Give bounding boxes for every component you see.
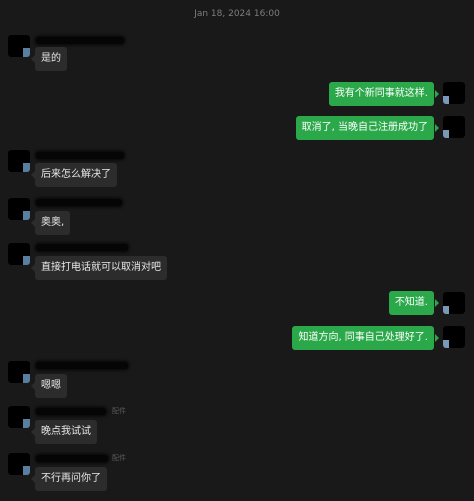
message-bubble-outgoing[interactable]: 不知道. (388, 291, 434, 315)
contact-avatar[interactable] (8, 406, 30, 428)
message-bubble-incoming[interactable]: 晚点我试试 (35, 420, 97, 444)
message-bubble-incoming[interactable]: 直接打电话就可以取消对吧 (35, 256, 167, 280)
redacted-sender-name (36, 408, 106, 415)
sender-name-suffix: 配件 (112, 407, 126, 415)
contact-avatar[interactable] (8, 35, 30, 57)
bubble-tail (435, 299, 439, 307)
contact-avatar[interactable] (8, 453, 30, 475)
chat-window: Jan 18, 2024 16:00 是的 我有个新同事就这样. 取消了, 当晚… (0, 0, 474, 501)
contact-avatar[interactable] (8, 150, 30, 172)
contact-avatar[interactable] (8, 361, 30, 383)
redacted-sender-name (36, 199, 122, 206)
self-avatar[interactable] (443, 326, 465, 348)
sender-name-suffix: 配件 (112, 454, 126, 462)
message-bubble-incoming[interactable]: 后来怎么解决了 (35, 163, 117, 187)
message-bubble-outgoing[interactable]: 知道方向, 同事自己处理好了. (292, 326, 434, 350)
contact-avatar[interactable] (8, 243, 30, 265)
bubble-tail (435, 90, 439, 98)
message-bubble-incoming[interactable]: 不行再问你了 (35, 467, 107, 491)
redacted-sender-name (36, 455, 108, 462)
self-avatar[interactable] (443, 116, 465, 138)
contact-avatar[interactable] (8, 198, 30, 220)
chat-timestamp: Jan 18, 2024 16:00 (194, 9, 280, 19)
redacted-sender-name (36, 244, 128, 251)
message-bubble-incoming[interactable]: 嗯嗯 (35, 374, 67, 398)
message-bubble-incoming[interactable]: 是的 (35, 47, 67, 71)
self-avatar[interactable] (443, 292, 465, 314)
self-avatar[interactable] (443, 82, 465, 104)
message-bubble-outgoing[interactable]: 我有个新同事就这样. (328, 82, 434, 106)
message-bubble-incoming[interactable]: 奥奥, (35, 211, 71, 235)
bubble-tail (435, 124, 439, 132)
message-bubble-outgoing[interactable]: 取消了, 当晚自己注册成功了 (295, 116, 434, 140)
bubble-tail (435, 334, 439, 342)
redacted-sender-name (36, 152, 124, 159)
redacted-sender-name (36, 362, 128, 369)
redacted-sender-name (36, 37, 124, 44)
